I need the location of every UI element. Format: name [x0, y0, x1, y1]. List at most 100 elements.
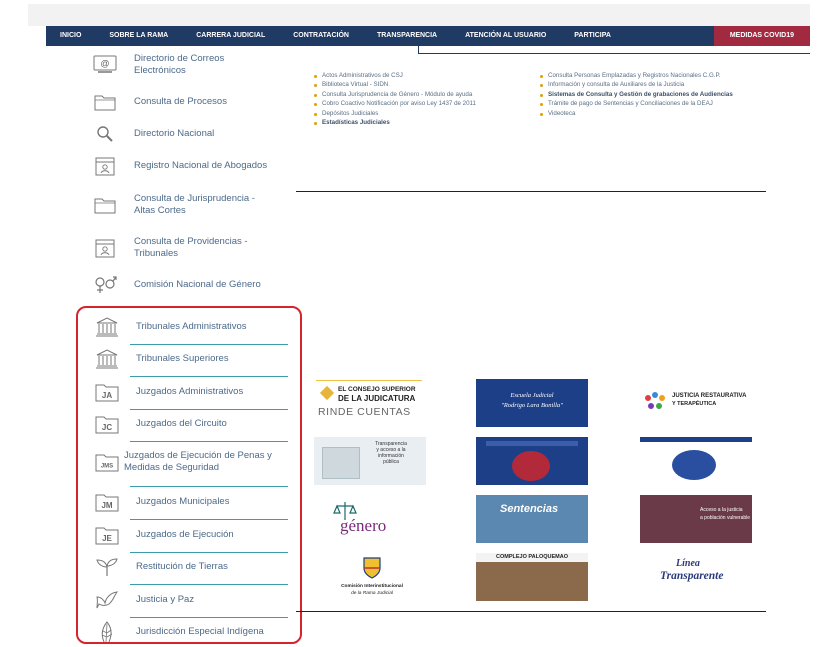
sidebar-item-tribunales-administrativos[interactable]: Tribunales Administrativos — [90, 316, 290, 338]
sidebar-item-providencias[interactable]: Consulta de Providencias - Tribunales — [78, 236, 298, 260]
sidebar-item-label: Restitución de Tierras — [136, 561, 228, 572]
link-actos-administrativos[interactable]: Actos Administrativos de CSJ — [312, 72, 512, 81]
sidebar-item-label: Tribunales Administrativos — [136, 321, 247, 332]
link-depositos-judiciales[interactable]: Depósitos Judiciales — [312, 110, 512, 119]
sidebar-item-justicia-paz[interactable]: Justicia y Paz — [90, 589, 290, 611]
separator — [130, 519, 288, 520]
link-biblioteca-virtual[interactable]: Biblioteca Virtual - SIDN — [312, 81, 512, 90]
logo-text: pública — [383, 459, 399, 465]
sidebar-item-juzgados-ejecucion-penas[interactable]: JMS Juzgados de Ejecución de Penas y Med… — [90, 450, 290, 474]
sidebar-item-label: Jurisdicción Especial Indígena — [136, 626, 264, 637]
nav-sobre-la-rama[interactable]: SOBRE LA RAMA — [95, 26, 182, 46]
sidebar-item-juzgados-administrativos[interactable]: JA Juzgados Administrativos — [90, 381, 290, 403]
sidebar-item-label: Juzgados Municipales — [136, 496, 230, 507]
link-jurisprudencia-genero[interactable]: Consulta Jurisprudencia de Género - Módu… — [312, 91, 512, 100]
sidebar-item-label: Directorio Nacional — [134, 128, 215, 139]
sidebar-item-abogados[interactable]: Registro Nacional de Abogados — [78, 155, 298, 177]
sidebar-item-directorio[interactable]: Directorio Nacional — [78, 123, 298, 145]
logo-linea-transparente[interactable]: Línea Transparente — [656, 556, 742, 596]
svg-text:JA: JA — [102, 391, 112, 400]
coat-of-arms-icon — [363, 557, 381, 579]
nav-carrera-judicial[interactable]: CARRERA JUDICIAL — [182, 26, 279, 46]
search-icon — [92, 123, 118, 145]
separator — [130, 376, 288, 377]
folder-jms-icon: JMS — [94, 451, 120, 473]
sidebar-item-label: Justicia y Paz — [136, 594, 195, 605]
sidebar-item-correos[interactable]: @ Directorio de Correos Electrónicos — [78, 53, 298, 77]
link-estadisticas-judiciales[interactable]: Estadísticas Judiciales — [312, 119, 512, 128]
logo-comision-interinstitucional[interactable]: Comisión Interinstitucional de la Rama J… — [326, 554, 418, 602]
sidebar-item-label: Tribunales Superiores — [136, 353, 229, 364]
logo-text: género — [340, 516, 387, 535]
sidebar-item-tribunales-superiores[interactable]: Tribunales Superiores — [90, 348, 290, 370]
link-grabaciones-audiencias[interactable]: Sistemas de Consulta y Gestión de grabac… — [538, 91, 746, 100]
sidebar-item-juzgados-municipales[interactable]: JM Juzgados Municipales — [90, 491, 290, 513]
link-cobro-coactivo[interactable]: Cobro Coactivo Notificación por aviso Le… — [312, 100, 512, 109]
sidebar-item-label: Juzgados de Ejecución — [136, 529, 234, 540]
sidebar-item-procesos[interactable]: Consulta de Procesos — [78, 91, 298, 113]
folder-jc-icon: JC — [94, 413, 120, 435]
logo-text: Línea — [676, 558, 700, 569]
logo-text: Escuela Judicial — [510, 392, 554, 399]
logo-text: COMPLEJO PALOQUEMAO — [476, 553, 588, 562]
nav-medidas-covid[interactable]: MEDIDAS COVID19 — [713, 26, 810, 46]
link-videoteca[interactable]: Videoteca — [538, 110, 746, 119]
logo-text: EL CONSEJO SUPERIOR — [338, 386, 416, 393]
sidebar-item-juzgados-ejecucion[interactable]: JE Juzgados de Ejecución — [90, 524, 290, 546]
folder-ja-icon: JA — [94, 381, 120, 403]
svg-text:@: @ — [100, 59, 109, 69]
sidebar-item-jurisdiccion-indigena[interactable]: Jurisdicción Especial Indígena — [90, 621, 290, 643]
courthouse-icon — [94, 316, 120, 338]
nav-transparencia[interactable]: TRANSPARENCIA — [363, 26, 451, 46]
nav-dropdown-edge-h — [418, 53, 810, 54]
dove-icon — [94, 589, 120, 611]
nav-contratacion[interactable]: CONTRATACIÓN — [279, 26, 363, 46]
logo-justicia-restaurativa[interactable]: JUSTICIA RESTAURATIVA Y TERAPÉUTICA — [642, 388, 754, 418]
logo-sentencias[interactable]: Sentencias — [476, 495, 588, 543]
nav-participa[interactable]: PARTICIPA — [560, 26, 625, 46]
folder-icon — [92, 194, 118, 216]
separator — [130, 441, 288, 442]
sidebar-item-restitucion-tierras[interactable]: Restitución de Tierras — [90, 556, 290, 578]
footer-divider — [296, 611, 766, 612]
sidebar-item-jurisprudencia[interactable]: Consulta de Jurisprudencia - Altas Corte… — [78, 193, 298, 217]
sidebar-item-label: Juzgados Administrativos — [136, 386, 244, 397]
ribbon-icon — [319, 385, 335, 401]
main-navbar: INICIO SOBRE LA RAMA CARRERA JUDICIAL CO… — [46, 26, 810, 46]
gender-icon — [92, 274, 118, 296]
link-pago-sentencias[interactable]: Trámite de pago de Sentencias y Concilia… — [538, 100, 746, 109]
separator — [130, 409, 288, 410]
sidebar-item-juzgados-circuito[interactable]: JC Juzgados del Circuito — [90, 413, 290, 435]
logo-text: Acceso a la justicia — [700, 507, 743, 513]
sprout-icon — [94, 556, 120, 578]
sidebar-item-label: Comisión Nacional de Género — [134, 279, 261, 290]
sidebar-item-genero[interactable]: Comisión Nacional de Género — [78, 274, 298, 296]
courthouse-icon — [94, 348, 120, 370]
separator — [130, 344, 288, 345]
nav-atencion-usuario[interactable]: ATENCIÓN AL USUARIO — [451, 26, 560, 46]
folder-icon — [92, 91, 118, 113]
nav-inicio[interactable]: INICIO — [46, 26, 95, 46]
separator — [130, 486, 288, 487]
registry-icon — [92, 155, 118, 177]
link-auxiliares-justicia[interactable]: Información y consulta de Auxiliares de … — [538, 81, 746, 90]
logo-text: Sentencias — [500, 503, 559, 515]
logo-codigo-procesal[interactable] — [640, 437, 752, 485]
logo-sistema-grabaciones[interactable] — [476, 437, 588, 485]
sidebar-item-label: Consulta de Jurisprudencia - Altas Corte… — [134, 193, 255, 216]
logo-escuela-judicial[interactable]: Escuela Judicial "Rodrigo Lara Bonilla" — [476, 379, 588, 427]
logo-comision-genero[interactable]: género — [328, 498, 414, 542]
sidebar-item-label: Juzgados de Ejecución de Penas y Medidas… — [124, 450, 272, 473]
svg-text:JM: JM — [101, 501, 112, 510]
links-divider — [296, 191, 766, 192]
folder-jm-icon: JM — [94, 491, 120, 513]
logo-transparencia[interactable]: Transparencia y acceso a la información … — [314, 437, 426, 485]
logo-text: Y TERAPÉUTICA — [672, 401, 717, 407]
link-personas-emplazadas[interactable]: Consulta Personas Emplazadas y Registros… — [538, 72, 746, 81]
document-hand-icon — [322, 447, 360, 479]
logo-acceso-justicia[interactable]: Acceso a la justicia a población vulnera… — [640, 495, 752, 543]
sidebar-item-label: Consulta de Providencias - Tribunales — [134, 236, 248, 259]
logo-rinde-cuentas[interactable]: EL CONSEJO SUPERIOR DE LA JUDICATURA RIN… — [312, 378, 426, 424]
logo-paloquemao[interactable]: COMPLEJO PALOQUEMAO — [476, 553, 588, 601]
logo-text: a población vulnerable — [700, 515, 751, 521]
